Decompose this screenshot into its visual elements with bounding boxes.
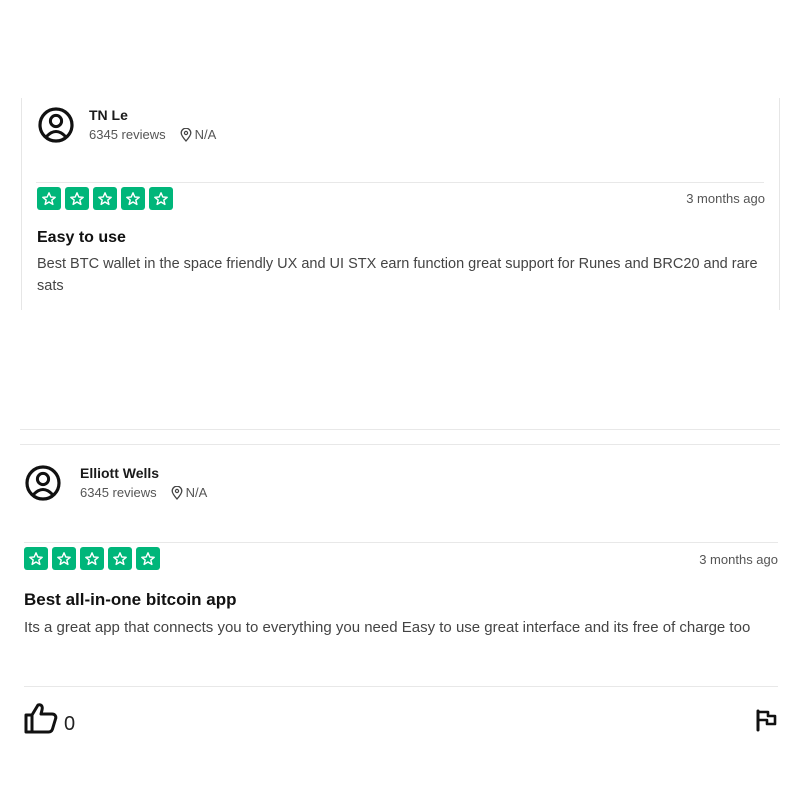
star-icon xyxy=(93,187,117,210)
like-count: 0 xyxy=(64,713,76,735)
star-icon xyxy=(80,547,104,570)
star-rating xyxy=(37,187,173,210)
review-title[interactable]: Best all-in-one bitcoin app xyxy=(24,590,237,610)
thumbs-up-icon xyxy=(24,703,58,734)
flag-icon[interactable] xyxy=(755,708,779,732)
divider xyxy=(24,686,778,687)
review-title[interactable]: Easy to use xyxy=(37,229,126,247)
star-icon xyxy=(136,547,160,570)
review-card: TN Le 6345 reviews N/A 3 months ago Easy… xyxy=(21,98,780,310)
star-rating xyxy=(24,547,160,570)
reviewer-header: Elliott Wells 6345 reviews N/A xyxy=(24,464,207,502)
star-icon xyxy=(108,547,132,570)
review-body: Its a great app that connects you to eve… xyxy=(24,619,751,636)
location-pin-icon xyxy=(180,128,192,142)
reviewer-location: N/A xyxy=(185,485,208,500)
star-icon xyxy=(24,547,48,570)
star-icon xyxy=(65,187,89,210)
location-pin-icon xyxy=(171,486,183,500)
star-icon xyxy=(37,187,61,210)
star-icon xyxy=(149,187,173,210)
review-date: 3 months ago xyxy=(699,552,778,567)
review-count: 6345 reviews xyxy=(80,485,157,500)
section-divider xyxy=(20,429,780,430)
reviewer-name[interactable]: Elliott Wells xyxy=(80,464,207,482)
user-avatar-icon xyxy=(25,465,61,501)
like-button[interactable]: 0 xyxy=(24,702,75,734)
star-icon xyxy=(52,547,76,570)
star-icon xyxy=(121,187,145,210)
reviewer-location: N/A xyxy=(194,127,217,142)
review-card: Elliott Wells 6345 reviews N/A 3 months … xyxy=(0,445,800,765)
divider xyxy=(24,542,778,543)
divider xyxy=(36,182,764,183)
review-body: Best BTC wallet in the space friendly UX… xyxy=(37,256,758,294)
review-date: 3 months ago xyxy=(686,191,765,206)
reviewer-name[interactable]: TN Le xyxy=(89,106,216,124)
review-count: 6345 reviews xyxy=(89,127,166,142)
user-avatar-icon xyxy=(38,107,74,143)
reviewer-header: TN Le 6345 reviews N/A xyxy=(37,106,216,144)
